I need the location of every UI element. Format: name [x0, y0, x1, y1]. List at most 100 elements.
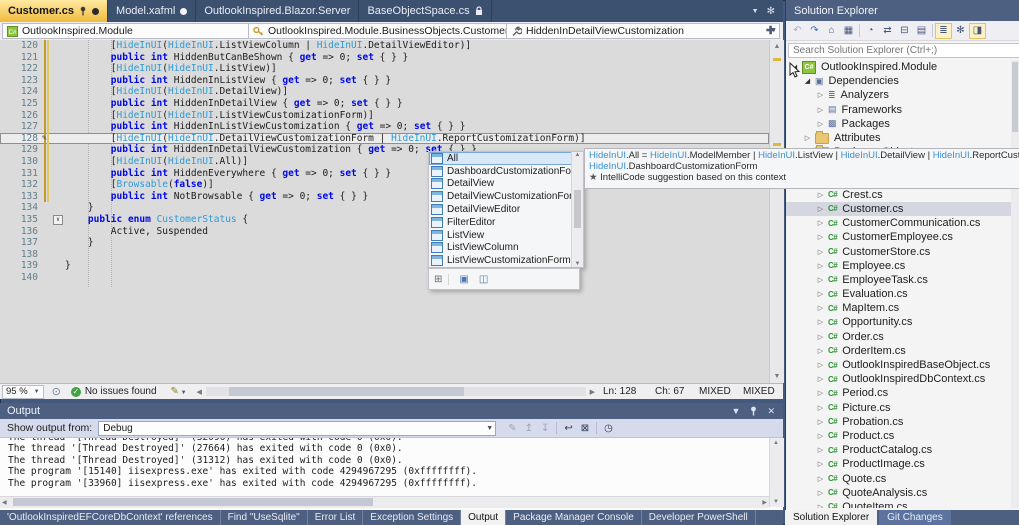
tree-item[interactable]: ▷C#ProductImage.cs: [786, 457, 1012, 471]
code-line[interactable]: 134 }: [0, 202, 769, 214]
previous-message-icon[interactable]: ↥: [525, 423, 533, 434]
scroll-left-icon[interactable]: ◀: [2, 499, 7, 506]
code-line[interactable]: 135∨ public enum CustomerStatus {: [0, 214, 769, 226]
project-dropdown[interactable]: C# OutlookInspired.Module ▼: [2, 23, 264, 39]
forward-icon[interactable]: ↷: [806, 23, 823, 39]
tree-item[interactable]: ▷C#Employee.cs: [786, 259, 1012, 273]
scroll-right-icon[interactable]: ▶: [762, 499, 767, 506]
tree-item[interactable]: ▷C#QuoteAnalysis.cs: [786, 486, 1012, 500]
panel-tab[interactable]: Git Changes: [879, 510, 951, 525]
solution-explorer-title-bar[interactable]: Solution Explorer: [786, 0, 1019, 21]
code-line[interactable]: 128✎ [HideInUI(HideInUI.DetailViewCustom…: [0, 133, 769, 145]
line-number[interactable]: 136: [0, 226, 38, 238]
enum-filter-icon[interactable]: ▣: [459, 274, 468, 285]
collapsed-arrow-icon[interactable]: ▷: [816, 475, 825, 483]
scroll-thumb[interactable]: [574, 190, 581, 228]
editor-horizontal-scrollbar[interactable]: [206, 387, 586, 396]
tool-window-tab[interactable]: Developer PowerShell: [642, 510, 756, 525]
collapsed-arrow-icon[interactable]: ▷: [816, 120, 825, 128]
collapsed-arrow-icon[interactable]: ▷: [816, 262, 825, 270]
tree-item[interactable]: ▷C#OutlookInspiredDbContext.cs: [786, 372, 1012, 386]
tool-window-tab[interactable]: Error List: [308, 510, 364, 525]
collapsed-arrow-icon[interactable]: ▷: [816, 318, 825, 326]
scroll-thumb[interactable]: [1012, 62, 1018, 132]
collapsed-arrow-icon[interactable]: ▷: [816, 418, 825, 426]
line-number[interactable]: 125: [0, 98, 38, 110]
scroll-down-icon[interactable]: ▼: [771, 371, 783, 382]
tree-item[interactable]: ▷C#MapItem.cs: [786, 301, 1012, 315]
line-number[interactable]: 126: [0, 110, 38, 122]
intellisense-item[interactable]: ListViewCustomizationForm: [429, 254, 572, 267]
pin-icon[interactable]: [79, 6, 87, 16]
scroll-up-icon[interactable]: ▲: [771, 41, 783, 52]
code-line[interactable]: 120 [HideInUI(HideInUI.ListViewColumn | …: [0, 40, 769, 52]
line-number[interactable]: 131: [0, 168, 38, 180]
collapsed-arrow-icon[interactable]: ▷: [816, 205, 825, 213]
code-line[interactable]: 138: [0, 249, 769, 261]
collapsed-arrow-icon[interactable]: ▷: [816, 233, 825, 241]
output-horizontal-scrollbar[interactable]: ◀ ▶: [0, 496, 769, 508]
clear-all-icon[interactable]: ⊠: [581, 423, 589, 434]
tree-item[interactable]: ▷C#EmployeeTask.cs: [786, 273, 1012, 287]
window-options-icon[interactable]: ✻: [767, 6, 775, 17]
tree-item[interactable]: ▷Attributes: [786, 131, 1012, 145]
tree-item[interactable]: ▷C#CustomerCommunication.cs: [786, 216, 1012, 230]
line-number[interactable]: 128: [0, 133, 38, 145]
intellisense-item[interactable]: FilterEditor: [429, 216, 572, 229]
zoom-dropdown[interactable]: 95 % ▼: [2, 385, 44, 399]
tree-item[interactable]: ▷C#OrderItem.cs: [786, 344, 1012, 358]
tool-window-tab[interactable]: Exception Settings: [363, 510, 461, 525]
line-number[interactable]: 135: [0, 214, 38, 226]
intellisense-item[interactable]: DashboardCustomizationForm: [429, 165, 572, 178]
tree-item[interactable]: ▷C#Quote.cs: [786, 471, 1012, 485]
scroll-thumb[interactable]: [13, 498, 373, 506]
line-number[interactable]: 121: [0, 52, 38, 64]
hscroll-thumb[interactable]: [229, 387, 464, 396]
editor-vertical-scrollbar[interactable]: ▲ ▼: [769, 40, 784, 383]
line-number[interactable]: 138: [0, 249, 38, 261]
code-line[interactable]: 123 public int HiddenInListView { get =>…: [0, 75, 769, 87]
tree-item[interactable]: ◢▣Dependencies: [786, 74, 1012, 88]
collapsed-arrow-icon[interactable]: ▷: [816, 304, 825, 312]
next-message-icon[interactable]: ↧: [541, 423, 549, 434]
scroll-down-icon[interactable]: ▼: [773, 499, 779, 505]
tree-item[interactable]: ▷▩Packages: [786, 117, 1012, 131]
code-line[interactable]: 136 Active, Suspended: [0, 226, 769, 238]
output-title-bar[interactable]: Output ▼ ✕: [0, 403, 783, 419]
issues-label[interactable]: No issues found: [85, 386, 157, 397]
tool-window-tab[interactable]: Package Manager Console: [506, 510, 642, 525]
type-dropdown[interactable]: OutlookInspired.Module.BusinessObjects.C…: [248, 23, 519, 39]
snippet-filter-icon[interactable]: ◫: [479, 274, 488, 285]
expand-results-icon[interactable]: ⊞: [434, 274, 449, 285]
line-number[interactable]: 137: [0, 237, 38, 249]
code-line[interactable]: 122 [HideInUI(HideInUI.ListView)]: [0, 63, 769, 75]
tree-item[interactable]: ▷C#QuoteItem.cs: [786, 500, 1012, 508]
collapsed-arrow-icon[interactable]: ▷: [816, 503, 825, 508]
tool-window-tab[interactable]: 'OutlookInspiredEFCoreDbContext' referen…: [0, 510, 221, 525]
hscroll-right-icon[interactable]: ▶: [590, 388, 595, 396]
tree-item[interactable]: ▷C#Picture.cs: [786, 401, 1012, 415]
tree-item[interactable]: ▷C#Evaluation.cs: [786, 287, 1012, 301]
pin-icon[interactable]: [749, 406, 758, 416]
collapsed-arrow-icon[interactable]: ▷: [816, 191, 825, 199]
preview-selected-items-icon[interactable]: ◨: [969, 23, 986, 39]
intellisense-item[interactable]: DetailViewCustomizationForm: [429, 190, 572, 203]
tree-item[interactable]: ▷C#OutlookInspiredBaseObject.cs: [786, 358, 1012, 372]
timestamp-icon[interactable]: ◷: [604, 423, 613, 434]
document-tab[interactable]: BaseObjectSpace.cs: [359, 0, 491, 22]
code-line[interactable]: 121 public int HiddenButCanBeShown { get…: [0, 52, 769, 64]
window-position-icon[interactable]: ▼: [732, 406, 741, 417]
scroll-down-icon[interactable]: ▼: [572, 261, 583, 267]
collapsed-arrow-icon[interactable]: ▷: [816, 106, 825, 114]
intellisense-item[interactable]: ListViewColumn: [429, 242, 572, 255]
line-number[interactable]: 132: [0, 179, 38, 191]
intellisense-item[interactable]: DetailViewEditor: [429, 203, 572, 216]
word-wrap-icon[interactable]: ↩: [564, 423, 572, 434]
tree-scrollbar[interactable]: [1011, 60, 1019, 508]
code-line[interactable]: 140: [0, 272, 769, 284]
tree-item[interactable]: ▷C#CustomerEmployee.cs: [786, 230, 1012, 244]
find-message-icon[interactable]: ✎: [508, 423, 516, 434]
line-number[interactable]: 139: [0, 260, 38, 272]
code-line[interactable]: 127 public int HiddenInListViewCustomiza…: [0, 121, 769, 133]
back-icon[interactable]: ↶: [789, 23, 806, 39]
